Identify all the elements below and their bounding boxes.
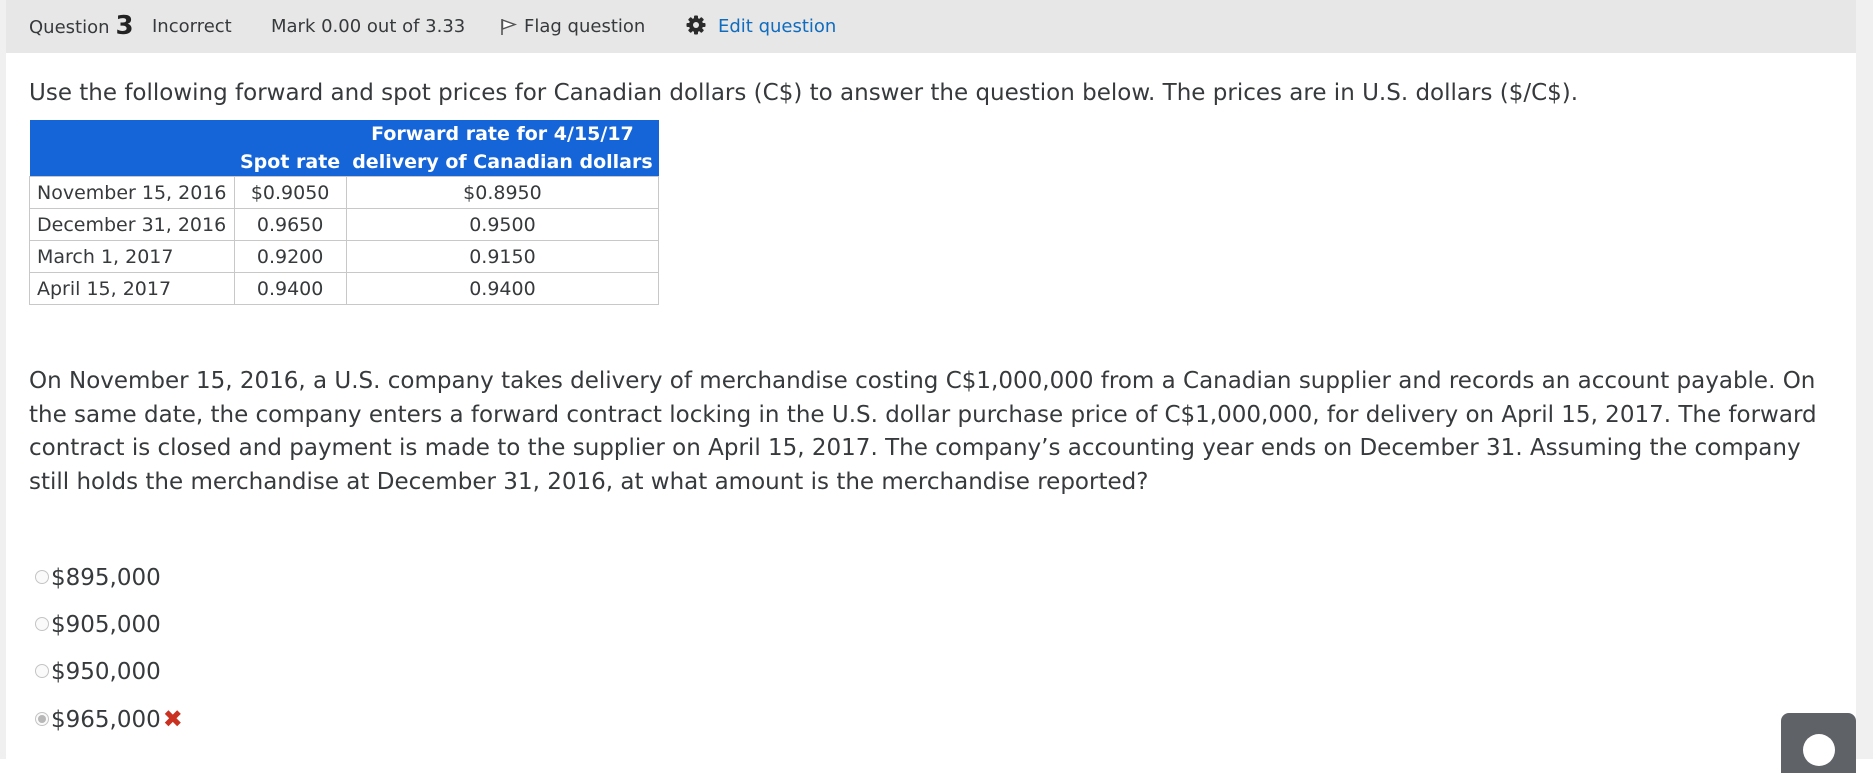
table-header-row: Spot rate Forward rate for 4/15/17 xyxy=(29,120,659,177)
cross-icon: ✖ xyxy=(162,705,183,733)
table-cell-spot: 0.9200 xyxy=(233,240,347,273)
answer-radio[interactable] xyxy=(35,570,49,584)
left-gutter xyxy=(0,0,6,759)
table-row: April 15, 2017 0.9400 0.9400 xyxy=(29,272,660,305)
gear-icon xyxy=(686,15,706,35)
right-gutter xyxy=(1856,0,1873,759)
table-header-blank xyxy=(29,120,234,148)
answer-label[interactable]: $965,000 xyxy=(51,707,161,733)
table-cell-date: March 1, 2017 xyxy=(29,240,235,273)
table-row: March 1, 2017 0.9200 0.9150 xyxy=(29,240,660,273)
table-cell-date: November 15, 2016 xyxy=(29,176,235,209)
answer-radio-checked[interactable] xyxy=(35,712,49,726)
answer-label[interactable]: $905,000 xyxy=(51,612,161,638)
table-header-spot-rate: Spot rate xyxy=(234,120,347,177)
answer-option[interactable]: $905,000 xyxy=(35,607,183,654)
answer-label[interactable]: $950,000 xyxy=(51,659,161,685)
edit-question-label[interactable]: Edit question xyxy=(718,16,836,37)
question-number: Question 3 xyxy=(29,0,134,53)
answer-radio[interactable] xyxy=(35,664,49,678)
answer-options: $895,000 $905,000 $950,000 $965,000✖ xyxy=(35,560,183,748)
table-header-forward-line1: Forward rate for 4/15/17 xyxy=(346,120,659,148)
answer-option[interactable]: $895,000 xyxy=(35,560,183,607)
table-cell-forward: $0.8950 xyxy=(345,176,660,209)
table-cell-forward: 0.9150 xyxy=(345,240,660,273)
table-cell-date: December 31, 2016 xyxy=(29,208,235,241)
answer-option[interactable]: $950,000 xyxy=(35,654,183,701)
table-header-blank xyxy=(29,148,234,177)
question-number-value: 3 xyxy=(115,11,134,41)
question-text: On November 15, 2016, a U.S. company tak… xyxy=(29,368,1817,495)
flag-question-label: Flag question xyxy=(524,16,646,37)
table-row: December 31, 2016 0.9650 0.9500 xyxy=(29,208,660,241)
table-header-forward-line2: delivery of Canadian dollars xyxy=(346,148,659,177)
flag-question-button[interactable]: Flag question xyxy=(500,0,645,53)
answer-radio[interactable] xyxy=(35,617,49,631)
question-grade: Mark 0.00 out of 3.33 xyxy=(271,16,466,37)
table-cell-date: April 15, 2017 xyxy=(29,272,235,305)
table-cell-forward: 0.9500 xyxy=(345,208,660,241)
table-cell-spot: 0.9650 xyxy=(233,208,347,241)
answer-option-selected[interactable]: $965,000✖ xyxy=(35,701,183,748)
question-intro: Use the following forward and spot price… xyxy=(29,80,1579,106)
table-cell-forward: 0.9400 xyxy=(345,272,660,305)
rates-table: Spot rate Forward rate for 4/15/17 deliv… xyxy=(29,120,660,305)
table-row: November 15, 2016 $0.9050 $0.8950 xyxy=(29,176,660,209)
arrow-up-circle-icon xyxy=(1803,734,1835,766)
question-state: Incorrect xyxy=(152,16,232,37)
question-label: Question xyxy=(29,17,110,38)
flag-icon xyxy=(501,19,518,35)
scroll-to-top-button[interactable] xyxy=(1781,713,1856,773)
edit-question-link[interactable]: Edit question xyxy=(686,0,836,53)
table-cell-spot: 0.9400 xyxy=(233,272,347,305)
answer-label[interactable]: $895,000 xyxy=(51,565,161,591)
question-info-bar: Question 3 Incorrect Mark 0.00 out of 3.3… xyxy=(6,0,1856,53)
table-cell-spot: $0.9050 xyxy=(233,176,347,209)
